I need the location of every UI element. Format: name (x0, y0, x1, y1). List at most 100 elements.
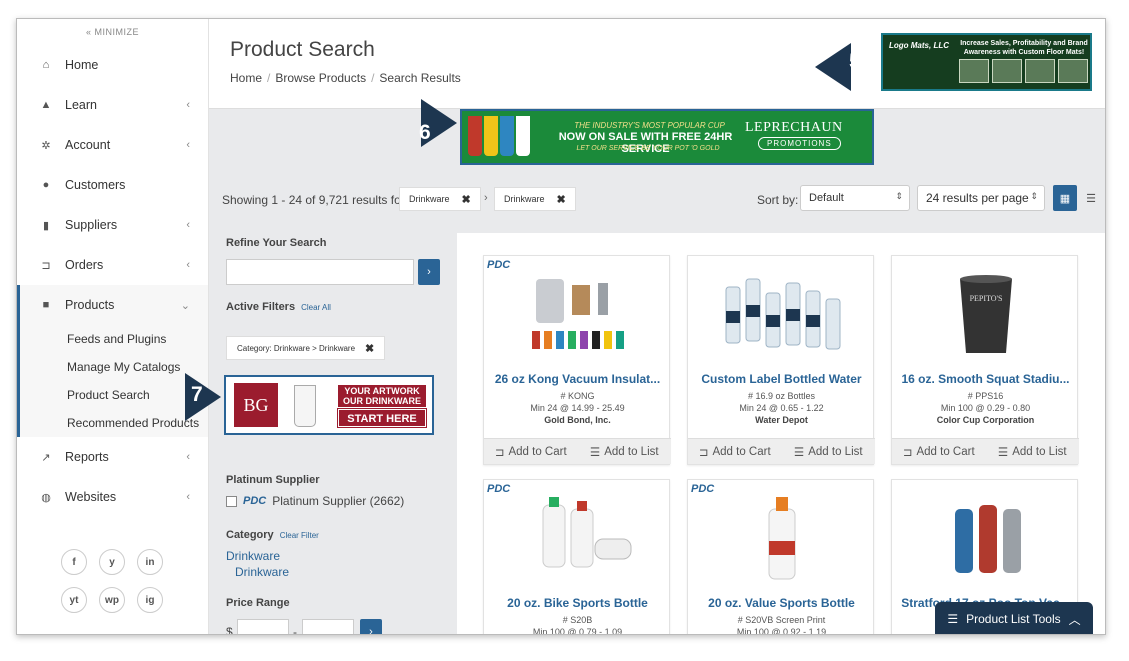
add-to-cart-button[interactable]: ⊐ Add to Cart (688, 439, 782, 464)
breadcrumb-browse[interactable]: Browse Products (275, 71, 366, 85)
app-window: « MINIMIZE ⌂ Home ▲ Learn ‹ ✲ Account ‹ ● Cust… (16, 18, 1106, 635)
sidebar-item-account[interactable]: ✲ Account ‹ (17, 125, 208, 165)
product-title[interactable]: 16 oz. Smooth Squat Stadiu... (892, 372, 1079, 386)
sidebar-item-reports[interactable]: ↗ Reports ‹ (17, 437, 208, 477)
product-title[interactable]: 20 oz. Bike Sports Bottle (484, 596, 671, 610)
card-actions: ⊐ Add to Cart ☰ Add to List (688, 438, 875, 464)
add-to-cart-button[interactable]: ⊐ Add to Cart (484, 439, 578, 464)
refine-panel: Refine Your Search › Active Filters Clear… (209, 229, 449, 634)
facebook-icon[interactable]: f (61, 549, 87, 575)
breadcrumb-home[interactable]: Home (230, 71, 262, 85)
youtube-icon[interactable]: yt (61, 587, 87, 613)
sort-label: Sort by: (757, 193, 799, 207)
product-list-tools-button[interactable]: ☰ Product List Tools ︿ (935, 602, 1093, 634)
list-icon: ☰ (589, 446, 601, 459)
product-title[interactable]: Custom Label Bottled Water (688, 372, 875, 386)
clear-all-link[interactable]: Clear All (301, 303, 331, 312)
ad-banner-logo-mats[interactable]: Logo Mats, LLC Increase Sales, Profitabi… (881, 33, 1092, 91)
product-card[interactable]: PDC 20 oz. Bike Sports Bottle # S20B Min… (483, 479, 671, 634)
chevron-down-icon: ⌄ (180, 299, 190, 312)
price-max-input[interactable] (302, 619, 354, 634)
list-view-button[interactable]: ☰ (1081, 185, 1101, 211)
product-card[interactable]: PDC 26 oz Kong Vacuum Insulat... # KONG … (483, 255, 671, 465)
product-min: Min 24 @ 0.65 - 1.22 (739, 403, 824, 413)
minimize-button[interactable]: « MINIMIZE (17, 19, 208, 45)
clear-filter-link[interactable]: Clear Filter (280, 531, 319, 540)
add-cart-label: Add to Cart (712, 445, 771, 458)
sidebar-item-suppliers[interactable]: ▮ Suppliers ‹ (17, 205, 208, 245)
per-page-select[interactable]: 24 results per page ⇕ (917, 185, 1045, 211)
box-icon: ■ (42, 299, 50, 311)
linkedin-icon[interactable]: in (137, 549, 163, 575)
product-title[interactable]: 26 oz Kong Vacuum Insulat... (484, 372, 671, 386)
card-actions: ⊐ Add to Cart ☰ Add to List (892, 438, 1079, 464)
chip-label: Drinkware (409, 194, 450, 204)
twitter-icon[interactable]: y (99, 549, 125, 575)
add-to-cart-button[interactable]: ⊐ Add to Cart (892, 439, 986, 464)
active-filter-chip[interactable]: Category: Drinkware > Drinkware ✖ (226, 336, 386, 360)
chevron-left-icon: ‹ (186, 219, 190, 231)
platinum-checkbox[interactable] (226, 495, 237, 507)
product-min: Min 100 @ 0.92 - 1.19 (736, 627, 827, 635)
sidebar-item-products[interactable]: ■ Products ⌄ (17, 285, 208, 325)
product-supplier: Color Cup Corporation (936, 415, 1035, 425)
close-icon[interactable]: ✖ (365, 342, 374, 355)
sidebar-item-label: Account (65, 138, 111, 152)
refine-search-input[interactable] (226, 259, 414, 285)
sort-select[interactable]: Default ⇕ (800, 185, 910, 211)
close-icon[interactable]: ✖ (557, 193, 566, 206)
sidebar-subitem-recommended[interactable]: Recommended Products (17, 409, 208, 437)
bar-chart-icon: ▮ (42, 219, 50, 232)
sidebar-item-websites[interactable]: ◍ Websites ‹ (17, 477, 208, 517)
sidebar-subitem-feeds[interactable]: Feeds and Plugins (17, 325, 208, 353)
instagram-icon[interactable]: ig (137, 587, 163, 613)
wordpress-icon[interactable]: wp (99, 587, 125, 613)
card-actions: ⊐ Add to Cart ☰ Add to List (484, 438, 671, 464)
sidebar-subitem-product-search[interactable]: Product Search (17, 381, 208, 409)
add-to-list-button[interactable]: ☰ Add to List (578, 439, 672, 464)
category-link-drinkware[interactable]: Drinkware (226, 549, 280, 563)
add-cart-label: Add to Cart (508, 445, 567, 458)
tools-label: Product List Tools (966, 612, 1061, 626)
refine-heading: Refine Your Search (226, 237, 327, 249)
sidebar-item-label: Learn (65, 98, 97, 112)
page-title: Product Search (230, 38, 375, 61)
product-card[interactable]: PDC 20 oz. Value Sports Bottle # S20VB S… (687, 479, 875, 635)
price-min-input[interactable] (237, 619, 289, 634)
users-icon: ● (42, 179, 50, 191)
chevron-right-icon: › (484, 192, 488, 204)
product-title[interactable]: 20 oz. Value Sports Bottle (688, 596, 875, 610)
list-icon: ☰ (1086, 192, 1096, 205)
ad-banner-leprechaun[interactable]: THE INDUSTRY'S MOST POPULAR CUP NOW ON S… (460, 109, 874, 165)
product-image (688, 266, 875, 366)
add-to-list-button[interactable]: ☰ Add to List (782, 439, 876, 464)
product-image: PEPITO'S (892, 266, 1079, 366)
add-list-label: Add to List (604, 445, 659, 458)
filter-chip-drinkware-sub[interactable]: Drinkware ✖ (494, 187, 576, 211)
platinum-filter[interactable]: PDC Platinum Supplier (2662) (226, 494, 404, 508)
sidebar-item-label: Suppliers (65, 218, 118, 232)
close-icon[interactable]: ✖ (462, 193, 471, 206)
category-link-drinkware-sub[interactable]: Drinkware (235, 565, 289, 579)
sidebar-item-label: Home (65, 58, 99, 72)
chevron-left-icon: ‹ (186, 451, 190, 463)
add-to-list-button[interactable]: ☰ Add to List (986, 439, 1080, 464)
ad-headline: Increase Sales, Profitability and Brand … (960, 40, 1088, 56)
filter-chip-drinkware[interactable]: Drinkware ✖ (399, 187, 481, 211)
product-card[interactable]: Custom Label Bottled Water # 16.9 oz Bot… (687, 255, 875, 465)
price-go-button[interactable]: › (360, 619, 382, 634)
product-card[interactable]: PEPITO'S 16 oz. Smooth Squat Stadiu... #… (891, 255, 1079, 465)
sidebar-subitem-catalogs[interactable]: Manage My Catalogs (17, 353, 208, 381)
breadcrumb-current: Search Results (379, 71, 461, 85)
page-header: Product Search Home / Browse Products / Sear… (209, 19, 1105, 109)
chevron-left-icon: ‹ (186, 491, 190, 503)
ad-banner-bg-drinkware[interactable]: BG YOUR ARTWORK OUR DRINKWARE START HERE (224, 375, 434, 435)
sidebar-item-home[interactable]: ⌂ Home (17, 45, 208, 85)
product-image (892, 490, 1079, 590)
sidebar-item-orders[interactable]: ⊐ Orders ‹ (17, 245, 208, 285)
refine-search-button[interactable]: › (418, 259, 440, 285)
sidebar-item-learn[interactable]: ▲ Learn ‹ (17, 85, 208, 125)
sidebar-item-customers[interactable]: ● Customers (17, 165, 208, 205)
chevron-right-icon: › (427, 266, 431, 278)
grid-view-button[interactable]: ▦ (1053, 185, 1077, 211)
